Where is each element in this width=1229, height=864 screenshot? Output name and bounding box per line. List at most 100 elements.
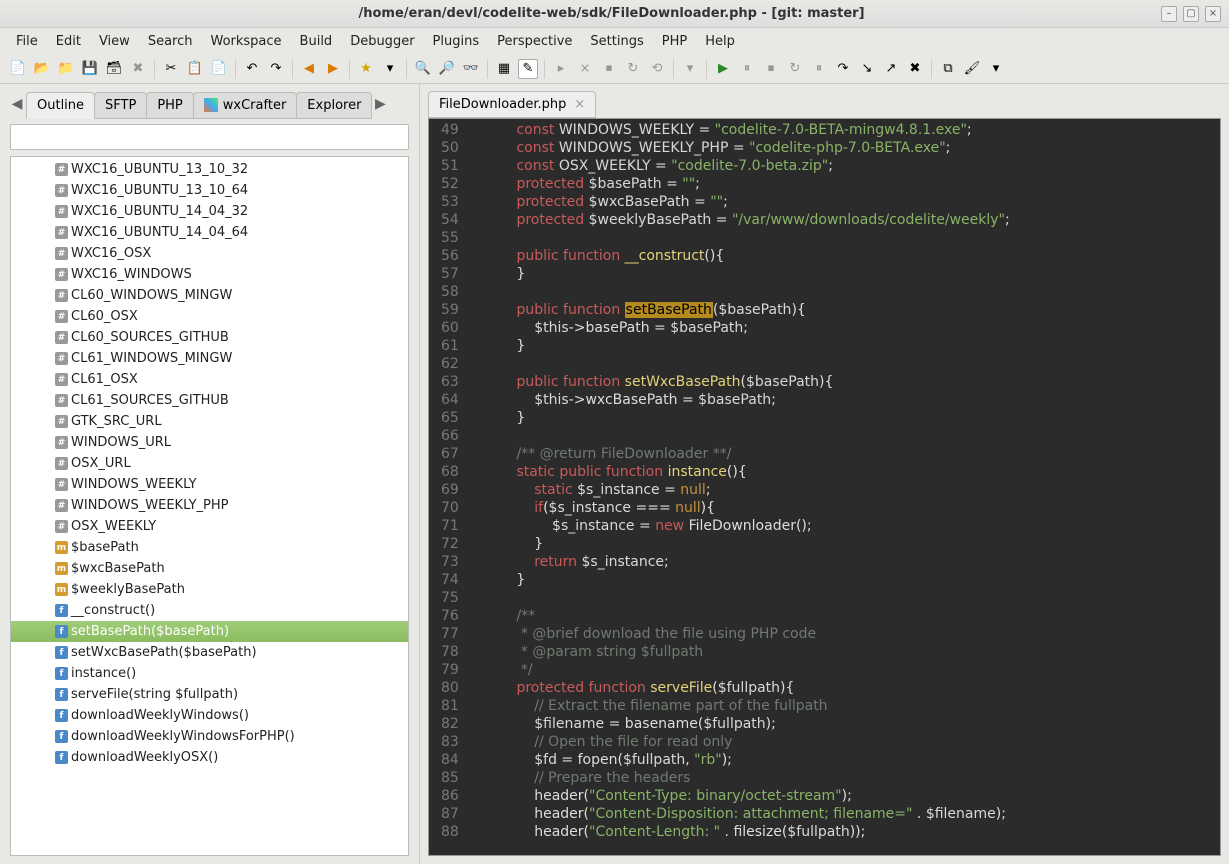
toolbar-forward-icon[interactable]: ▶ [323,59,343,79]
sidetab-outline[interactable]: Outline [26,92,95,119]
outline-item[interactable]: #WINDOWS_URL [11,432,408,453]
code-line[interactable]: header("Content-Type: binary/octet-strea… [473,787,1220,805]
menu-workspace[interactable]: Workspace [202,32,289,51]
code-line[interactable]: header("Content-Disposition: attachment;… [473,805,1220,823]
outline-item[interactable]: fserveFile(string $fullpath) [11,684,408,705]
toolbar-stepinto-icon[interactable]: ↘ [857,59,877,79]
editor-tab-close-icon[interactable]: × [574,97,585,112]
outline-item[interactable]: #WXC16_UBUNTU_13_10_32 [11,159,408,180]
code-line[interactable] [473,355,1220,373]
outline-tree[interactable]: #WXC16_UBUNTU_13_10_32#WXC16_UBUNTU_13_1… [10,156,409,856]
toolbar-open-icon[interactable]: 📂 [32,59,52,79]
menu-php[interactable]: PHP [654,32,695,51]
toolbar-bookmark-icon[interactable]: ★ [356,59,376,79]
code-line[interactable]: } [473,265,1220,283]
code-line[interactable]: public function __construct(){ [473,247,1220,265]
code-line[interactable]: } [473,409,1220,427]
code-line[interactable]: $this->wxcBasePath = $basePath; [473,391,1220,409]
toolbar-new-icon[interactable]: 📄 [8,59,28,79]
tab-next-icon[interactable]: ▶ [371,96,389,112]
outline-item[interactable]: m$weeklyBasePath [11,579,408,600]
toolbar-mark-icon[interactable]: ✎ [518,59,538,79]
outline-item[interactable]: #OSX_WEEKLY [11,516,408,537]
toolbar-hl-icon[interactable]: ▦ [494,59,514,79]
tab-prev-icon[interactable]: ◀ [8,96,26,112]
menu-plugins[interactable]: Plugins [425,32,488,51]
code-area[interactable]: const WINDOWS_WEEKLY = "codelite-7.0-BET… [473,119,1220,855]
code-line[interactable]: protected $wxcBasePath = ""; [473,193,1220,211]
outline-item[interactable]: finstance() [11,663,408,684]
code-line[interactable]: /** @return FileDownloader **/ [473,445,1220,463]
toolbar-bino-icon[interactable]: 👓 [461,59,481,79]
code-line[interactable]: } [473,571,1220,589]
code-line[interactable]: */ [473,661,1220,679]
code-line[interactable]: // Extract the filename part of the full… [473,697,1220,715]
outline-filter-input[interactable] [10,124,409,150]
outline-item[interactable]: fdownloadWeeklyOSX() [11,747,408,768]
toolbar-paste-icon[interactable]: 📄 [209,59,229,79]
code-line[interactable]: static public function instance(){ [473,463,1220,481]
outline-item[interactable]: #CL61_SOURCES_GITHUB [11,390,408,411]
menu-help[interactable]: Help [697,32,743,51]
toolbar-find-icon[interactable]: 🔍 [413,59,433,79]
close-button[interactable]: × [1205,6,1221,22]
maximize-button[interactable]: ▢ [1183,6,1199,22]
menu-debugger[interactable]: Debugger [342,32,422,51]
toolbar-save-icon[interactable]: 💾 [80,59,100,79]
toolbar-copy-icon[interactable]: 📋 [185,59,205,79]
menu-build[interactable]: Build [292,32,341,51]
toolbar-cut-icon[interactable]: ✂ [161,59,181,79]
outline-item[interactable]: #CL60_WINDOWS_MINGW [11,285,408,306]
sidetab-php[interactable]: PHP [146,92,193,119]
code-line[interactable]: $fd = fopen($fullpath, "rb"); [473,751,1220,769]
code-line[interactable]: protected $basePath = ""; [473,175,1220,193]
outline-item[interactable]: fsetWxcBasePath($basePath) [11,642,408,663]
code-line[interactable] [473,427,1220,445]
code-line[interactable]: const OSX_WEEKLY = "codelite-7.0-beta.zi… [473,157,1220,175]
outline-item[interactable]: fsetBasePath($basePath) [11,621,408,642]
toolbar-stepout-icon[interactable]: ↗ [881,59,901,79]
code-line[interactable]: protected function serveFile($fullpath){ [473,679,1220,697]
menu-view[interactable]: View [91,32,138,51]
outline-item[interactable]: #WINDOWS_WEEKLY [11,474,408,495]
code-line[interactable]: static $s_instance = null; [473,481,1220,499]
toolbar-saveall-icon[interactable]: 🗃 [104,59,124,79]
outline-item[interactable]: #WXC16_UBUNTU_14_04_32 [11,201,408,222]
sidetab-sftp[interactable]: SFTP [94,92,147,119]
menu-settings[interactable]: Settings [582,32,651,51]
toolbar-stepover-icon[interactable]: ↷ [833,59,853,79]
code-line[interactable]: $this->basePath = $basePath; [473,319,1220,337]
code-line[interactable] [473,283,1220,301]
toolbar-bmdown-icon[interactable]: ▾ [380,59,400,79]
outline-item[interactable]: fdownloadWeeklyWindowsForPHP() [11,726,408,747]
code-line[interactable]: } [473,337,1220,355]
code-line[interactable]: } [473,535,1220,553]
outline-item[interactable]: #CL60_SOURCES_GITHUB [11,327,408,348]
menu-edit[interactable]: Edit [48,32,89,51]
toolbar-reopen-icon[interactable]: 📁 [56,59,76,79]
code-line[interactable]: /** [473,607,1220,625]
menu-file[interactable]: File [8,32,46,51]
outline-item[interactable]: m$wxcBasePath [11,558,408,579]
minimize-button[interactable]: – [1161,6,1177,22]
menu-perspective[interactable]: Perspective [489,32,580,51]
toolbar-undo-icon[interactable]: ↶ [242,59,262,79]
sidetab-explorer[interactable]: Explorer [296,92,372,119]
toolbar-play-icon[interactable]: ▶ [713,59,733,79]
toolbar-interrupt-icon[interactable]: ✖ [905,59,925,79]
code-line[interactable]: const WINDOWS_WEEKLY = "codelite-7.0-BET… [473,121,1220,139]
code-line[interactable]: * @param string $fullpath [473,643,1220,661]
outline-item[interactable]: m$basePath [11,537,408,558]
toolbar-redo-icon[interactable]: ↷ [266,59,286,79]
outline-item[interactable]: f__construct() [11,600,408,621]
outline-item[interactable]: #CL61_WINDOWS_MINGW [11,348,408,369]
code-line[interactable]: $s_instance = new FileDownloader(); [473,517,1220,535]
menu-search[interactable]: Search [140,32,201,51]
toolbar-brush-icon[interactable]: 🖌 [962,59,982,79]
outline-item[interactable]: #GTK_SRC_URL [11,411,408,432]
toolbar-brdown-icon[interactable]: ▾ [986,59,1006,79]
outline-item[interactable]: #OSX_URL [11,453,408,474]
code-line[interactable]: * @brief download the file using PHP cod… [473,625,1220,643]
outline-item[interactable]: fdownloadWeeklyWindows() [11,705,408,726]
sidetab-wxcrafter[interactable]: wxCrafter [193,92,298,119]
